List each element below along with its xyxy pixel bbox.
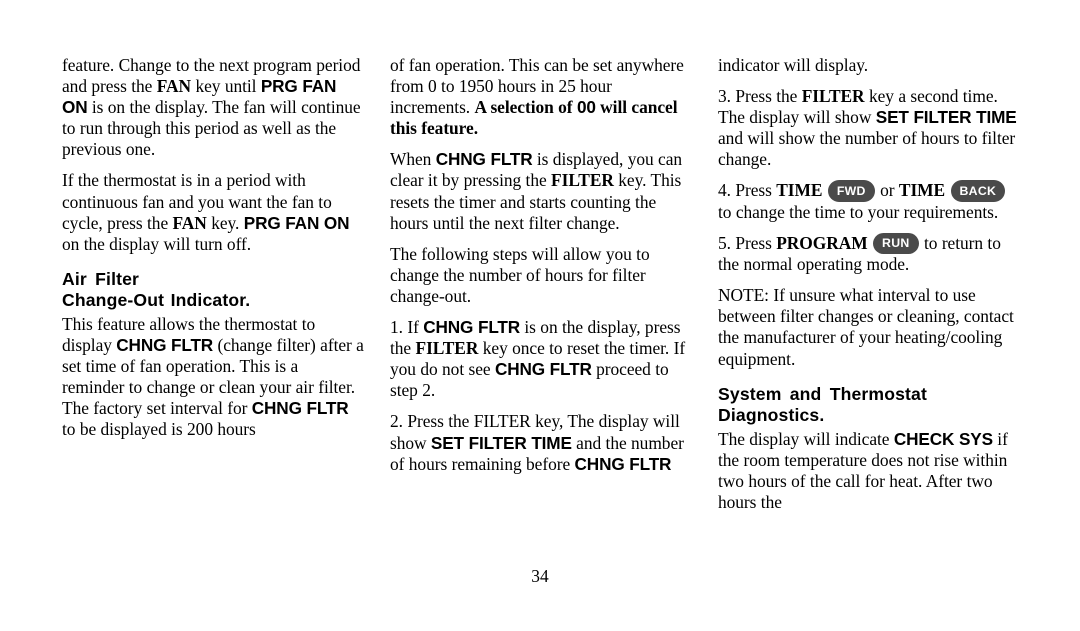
text-run: 1. If: [390, 317, 424, 338]
key-name-filter: FILTER: [801, 86, 865, 107]
button-badge-run[interactable]: RUN: [873, 232, 919, 254]
text-run: NOTE: If unsure what interval to use bet…: [718, 285, 1014, 369]
heading-line-1: Air Filter: [62, 268, 140, 289]
text-run: 3. Press the: [718, 86, 802, 107]
display-text-chng-fltr: CHNG FLTR: [574, 453, 672, 474]
step-4: 4. Press TIME FWD or TIME BACK to change…: [718, 180, 1020, 222]
paragraph-indicator-will-display: indicator will display.: [718, 55, 1020, 76]
display-text-chng-fltr: CHNG FLTR: [423, 317, 520, 338]
step-3: 3. Press the FILTER key a second time. T…: [718, 86, 1020, 170]
display-text-set-filter-time: SET FILTER TIME: [875, 107, 1017, 128]
text-column-3: indicator will display. 3. Press the FIL…: [718, 55, 1020, 513]
paragraph-fan-cycle: If the thermostat is in a period with co…: [62, 170, 364, 254]
key-name-time: TIME: [776, 180, 823, 201]
text-run: The following steps will allow you to ch…: [390, 243, 650, 306]
text-run: indicator will display.: [718, 55, 869, 75]
heading-line-1: System and Thermostat: [718, 383, 928, 404]
key-name-fan: FAN: [172, 212, 207, 233]
display-text-chng-fltr: CHNG FLTR: [251, 398, 349, 419]
text-run: key.: [206, 212, 244, 233]
note-filter-interval: NOTE: If unsure what interval to use bet…: [718, 285, 1020, 369]
section-heading-system-diagnostics: System and Thermostat Diagnostics.: [718, 384, 1020, 427]
display-text-chng-fltr: CHNG FLTR: [435, 149, 533, 170]
text-run: When: [390, 149, 436, 170]
display-text-prg-fan-on: PRG FAN ON: [243, 212, 350, 233]
key-name-time: TIME: [898, 180, 946, 201]
section-heading-air-filter: Air Filter Change-Out Indicator.: [62, 269, 364, 312]
manual-page: feature. Change to the next program peri…: [0, 0, 1080, 631]
paragraph-fan-program: feature. Change to the next program peri…: [62, 55, 364, 160]
display-text-chng-fltr: CHNG FLTR: [116, 334, 214, 355]
button-badge-fwd[interactable]: FWD: [827, 180, 875, 202]
text-run: key until: [191, 76, 261, 97]
heading-line-2: Diagnostics.: [718, 405, 825, 426]
text-run: to change the time to your requirements.: [718, 201, 999, 222]
text-run: to be displayed is 200 hours: [62, 419, 256, 440]
display-text-00: 00: [576, 97, 596, 118]
text-run: or: [875, 180, 899, 201]
key-name-filter: FILTER: [551, 170, 614, 191]
display-text-chng-fltr: CHNG FLTR: [494, 359, 592, 380]
button-badge-back[interactable]: BACK: [950, 180, 1006, 202]
text-run: on the display will turn off.: [62, 233, 252, 254]
display-text-check-sys: CHECK SYS: [893, 428, 993, 449]
text-run: 4. Press: [718, 180, 777, 201]
text-run: The display will indicate: [718, 428, 894, 449]
text-column-2: of fan operation. This can be set anywhe…: [390, 55, 692, 475]
step-2: 2. Press the FILTER key, The display wil…: [390, 411, 692, 474]
text-run: and will show the number of hours to fil…: [718, 128, 1016, 170]
text-column-1: feature. Change to the next program peri…: [62, 55, 364, 450]
paragraph-clear-chng-fltr: When CHNG FLTR is displayed, you can cle…: [390, 149, 692, 233]
step-5: 5. Press PROGRAM RUN to return to the no…: [718, 232, 1020, 275]
key-name-fan: FAN: [156, 76, 192, 97]
paragraph-fan-operation-hours: of fan operation. This can be set anywhe…: [390, 55, 692, 139]
step-1: 1. If CHNG FLTR is on the display, press…: [390, 317, 692, 401]
text-run: 5. Press: [718, 233, 777, 254]
page-number: 34: [531, 566, 549, 586]
paragraph-following-steps-intro: The following steps will allow you to ch…: [390, 244, 692, 307]
paragraph-check-sys: The display will indicate CHECK SYS if t…: [718, 429, 1020, 513]
key-name-filter: FILTER: [415, 338, 479, 359]
key-name-program: PROGRAM: [776, 233, 868, 254]
text-run: is on the display. The fan will continue…: [62, 97, 361, 160]
emphasis-a-selection-of: A selection of: [474, 97, 577, 118]
paragraph-air-filter-description: This feature allows the thermostat to di…: [62, 314, 364, 441]
heading-line-2: Change-Out Indicator.: [62, 290, 251, 311]
display-text-set-filter-time: SET FILTER TIME: [430, 432, 572, 453]
